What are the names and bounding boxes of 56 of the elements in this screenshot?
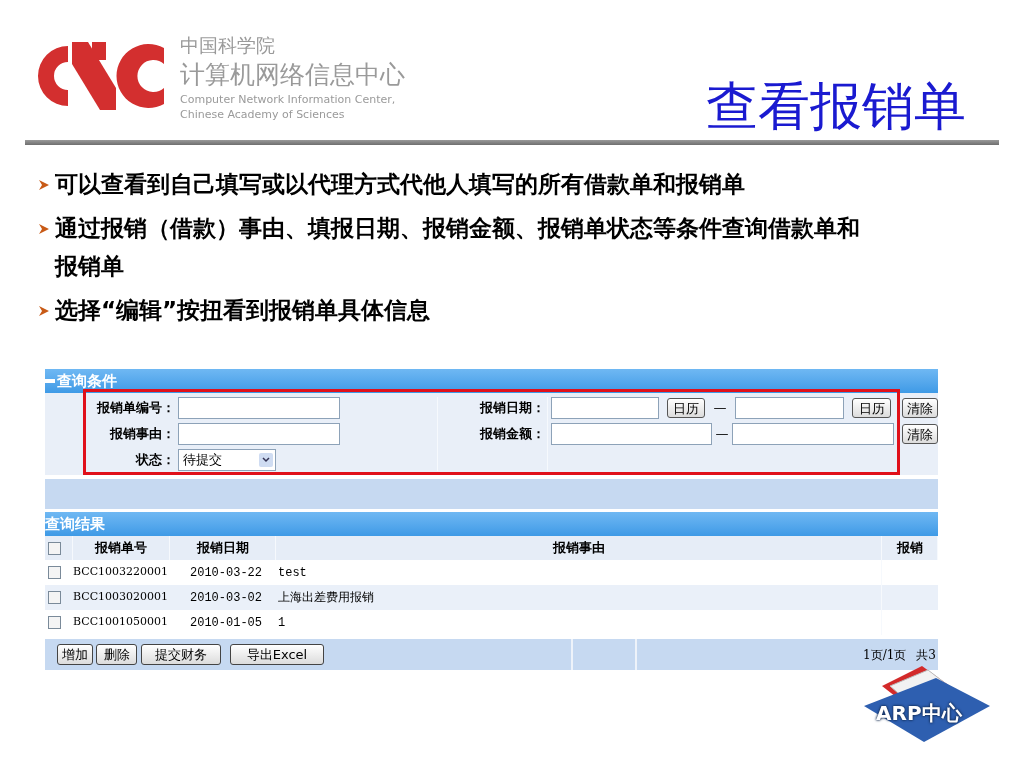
input-field[interactable] [178, 397, 340, 419]
bullet-text: 选择“编辑”按扭看到报销单具体信息 [55, 296, 432, 325]
status-select[interactable]: 待提交 [178, 449, 276, 471]
bullet-icon [38, 179, 50, 191]
column-header: 报销事由 [552, 539, 605, 558]
dropdown-icon [259, 453, 273, 467]
toolbar-button[interactable]: 增加 [57, 644, 93, 665]
input-field[interactable] [551, 397, 659, 419]
form-button[interactable]: 日历 [667, 398, 705, 418]
checkbox[interactable] [48, 541, 61, 555]
field-label: 报销金额： [480, 425, 545, 444]
input-field[interactable] [735, 397, 844, 419]
field-label: 报销单编号： [95, 399, 175, 418]
table-cell-text: 2010-01-05 [190, 614, 262, 632]
input-field[interactable] [551, 423, 712, 445]
form-button[interactable]: 日历 [852, 398, 891, 418]
table-cell: BCC1001050001 [73, 614, 169, 631]
checkbox[interactable] [48, 616, 61, 629]
institution-name: 中国科学院 [180, 33, 276, 57]
column-header: 报销 [896, 539, 923, 558]
center-name: 计算机网络信息中心 [180, 59, 405, 91]
input-field[interactable] [178, 423, 340, 445]
section-title: 查询条件 [57, 370, 117, 392]
checkbox[interactable] [48, 566, 61, 579]
column-header: 报销日期 [196, 539, 249, 558]
page-indicator: 1页/1页 [863, 646, 907, 664]
toolbar-button[interactable]: 提交财务 [141, 644, 221, 665]
bullet-icon [38, 223, 50, 235]
table-cell: BCC1003220001 [73, 564, 169, 581]
column-header: 报销单号 [95, 539, 147, 558]
field-label: 状态： [134, 451, 175, 470]
table-cell-text: test [278, 564, 307, 582]
bullet-text: 可以查看到自己填写或以代理方式代他人填写的所有借款单和报销单 [55, 170, 746, 199]
range-separator: — [712, 399, 728, 418]
table-cell-text: 上海出差费用报销 [278, 589, 374, 607]
toolbar-button[interactable]: 导出Excel [230, 644, 324, 665]
table-cell: BCC1003020001 [73, 589, 169, 606]
logo-text: ARP中心 [876, 700, 962, 727]
input-field[interactable] [732, 423, 894, 445]
table-cell-text: 2010-03-22 [190, 564, 262, 582]
checkbox[interactable] [48, 591, 61, 604]
form-button[interactable]: 清除 [902, 424, 938, 444]
english-name: Computer Network Information Center, [180, 92, 397, 107]
table-cell-text: 1 [278, 614, 286, 632]
form-button[interactable]: 清除 [902, 398, 938, 418]
toolbar-button[interactable]: 删除 [96, 644, 137, 665]
field-label: 报销事由： [108, 425, 175, 444]
field-label: 报销日期： [480, 399, 545, 418]
record-count: 共3 [916, 646, 936, 664]
section-title: 查询结果 [45, 513, 105, 535]
bullet-icon [38, 305, 50, 317]
slide-title: 查看报销单 [706, 75, 966, 137]
table-cell-text: 2010-03-02 [190, 589, 262, 607]
english-name: Chinese Academy of Sciences [180, 107, 346, 122]
bullet-text: 通过报销（借款）事由、填报日期、报销金额、报销单状态等条件查询借款单和报销单 [55, 214, 861, 281]
range-separator: — [714, 425, 730, 444]
